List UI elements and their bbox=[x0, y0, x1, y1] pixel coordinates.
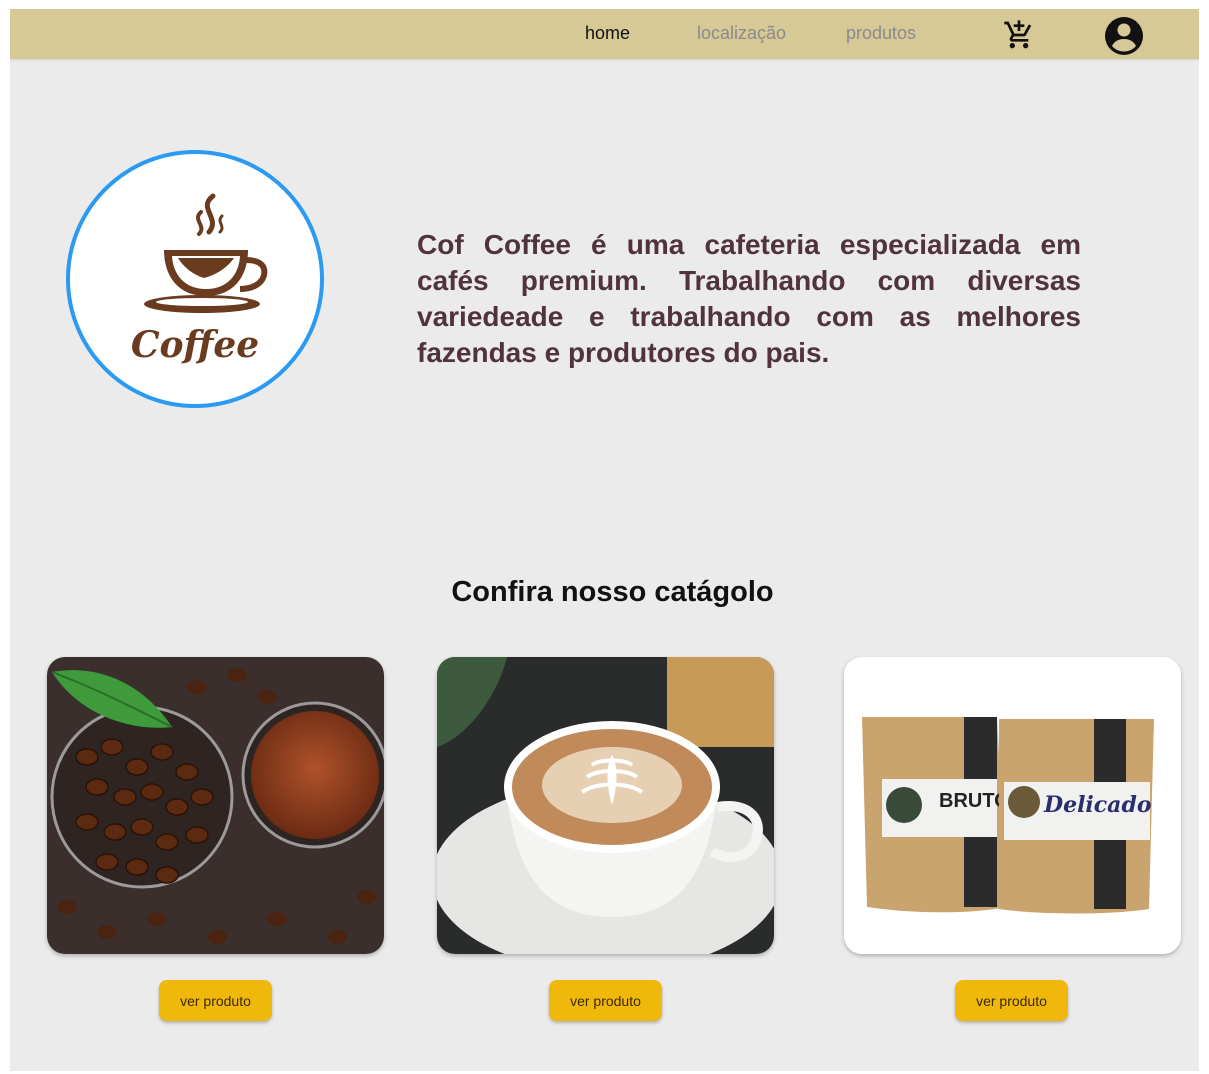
logo-text: Coffee bbox=[130, 324, 260, 366]
coffee-logo: Coffee bbox=[66, 150, 324, 408]
view-product-button-1[interactable]: ver produto bbox=[159, 980, 272, 1021]
coffee-beans-image bbox=[47, 657, 384, 954]
coffee-bags-image: BRUTO Delicado bbox=[844, 657, 1181, 954]
product-card-coffee-beans[interactable] bbox=[47, 657, 384, 954]
latte-cup-image bbox=[437, 657, 774, 954]
product-card-coffee-bags[interactable]: BRUTO Delicado bbox=[844, 657, 1181, 954]
about-description: Cof Coffee é uma cafeteria especializada… bbox=[417, 229, 1081, 368]
view-product-button-2[interactable]: ver produto bbox=[549, 980, 662, 1021]
catalog-title: Confira nosso catágolo bbox=[451, 576, 774, 608]
view-product-button-3[interactable]: ver produto bbox=[955, 980, 1068, 1021]
nav-link-produtos[interactable]: produtos bbox=[846, 23, 916, 44]
bag-label-delicado: Delicado bbox=[1043, 792, 1152, 818]
nav-link-localizacao[interactable]: localização bbox=[697, 23, 786, 44]
coffee-cup-icon bbox=[144, 193, 268, 313]
account-circle-icon[interactable] bbox=[1104, 16, 1144, 56]
nav-link-home[interactable]: home bbox=[585, 23, 630, 44]
page: home localização produtos Coffee Cof Cof… bbox=[10, 9, 1199, 1071]
top-navbar: home localização produtos bbox=[10, 9, 1199, 59]
product-card-latte[interactable] bbox=[437, 657, 774, 954]
cart-plus-icon[interactable] bbox=[1003, 19, 1035, 51]
